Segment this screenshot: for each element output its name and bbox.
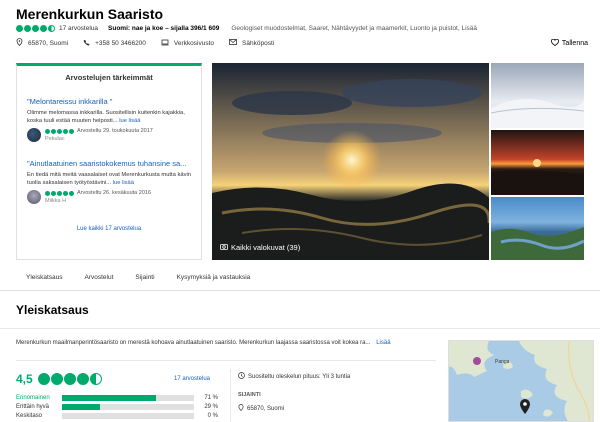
breakdown-label: Erittäin hyvä [16,403,50,410]
section-tabs: Yleiskatsaus Arvostelut Sijainti Kysymyk… [26,274,272,281]
phone-number[interactable]: +358 50 3466200 [95,40,146,47]
read-all-reviews-link[interactable]: Lue kaikki 17 arvostelua [17,226,201,232]
review-author-2[interactable]: Miikka H [45,198,151,204]
read-more-link-2[interactable]: lue lisää [113,180,134,186]
highlights-title: Arvostelujen tärkeimmät [65,73,153,82]
page-title: Merenkurkun Saaristo [16,6,164,22]
thumbnail-photo-3[interactable] [491,197,585,260]
rank-text: Suomi: nae ja koe – sijalla 396/1 609 [108,25,220,32]
breakdown-percent: 29 % [204,403,218,410]
save-button[interactable]: Tallenna [551,38,588,48]
breakdown-fill [62,403,101,410]
location-map[interactable]: Panga [448,340,594,422]
review-text-1: Olimme melomassa inkkarilla. Suositellis… [27,110,185,124]
camera-icon [220,243,228,252]
breakdown-label: Keskitaso [16,412,43,419]
review-bubbles-2 [45,190,74,196]
website-icon [161,39,169,48]
tab-location[interactable]: Sijainti [135,274,154,281]
description-more-link[interactable]: Lisää [376,340,390,346]
recommended-duration: Suositeltu oleskelun pituus: Yli 3 tunti… [248,373,351,380]
rating-value: 4,5 [16,372,33,386]
location-pin-icon [238,404,244,413]
divider [0,328,600,329]
review-text-2: En tiedä mitä meitä vaasalaiset ovat Mer… [27,172,191,186]
divider [230,369,231,422]
tab-overview[interactable]: Yleiskatsaus [26,274,63,281]
review-date-1: Arvosteltu 29. toukokuuta 2017 [77,128,153,134]
location-value: 65870, Suomi [247,405,285,412]
categories[interactable]: Geologiset muodostelmat, Saaret, Nähtävy… [231,25,477,32]
review-date-2: Arvosteltu 26. kesäkuuta 2016 [77,190,151,196]
heart-icon [551,38,559,48]
breakdown-bar [62,412,194,419]
overview-rating-bubbles [37,373,102,385]
phone-icon [83,39,90,48]
overall-rating: 4,5 [16,372,102,386]
review-author-1[interactable]: Pekulac [45,136,153,142]
overview-reviews-link[interactable]: 17 arvostelua [174,376,210,382]
tab-reviews[interactable]: Arvostelut [85,274,114,281]
location-label: SIJAINTI [238,392,261,398]
review-count-link[interactable]: 17 arvostelua [59,25,98,32]
email-link[interactable]: Sähköposti [242,40,274,47]
overview-heading: Yleiskatsaus [16,303,89,317]
review-title-2[interactable]: "Ainutlaatuinen saaristokokemus tuhansin… [27,159,193,168]
website-link[interactable]: Verkkosivusto [174,40,214,47]
highlight-review-1: "Melontareissu inkkarilla " Olimme melom… [27,97,193,142]
review-highlights-card: Arvostelujen tärkeimmät "Melontareissu i… [16,63,202,260]
thumbnail-photo-1[interactable] [490,63,585,128]
clock-icon [238,372,245,381]
main-photo[interactable]: Kaikki valokuvat (39) [212,63,489,260]
all-photos-button[interactable]: Kaikki valokuvat (39) [220,243,300,252]
review-title-1[interactable]: "Melontareissu inkkarilla " [27,97,193,106]
breakdown-bar [62,394,194,401]
breakdown-percent: 0 % [207,412,218,419]
avatar[interactable] [27,128,41,142]
location-pin-icon [16,38,23,48]
rating-bubbles [16,25,55,32]
breakdown-row[interactable]: Erinomainen 71 % [16,393,218,402]
rating-breakdown: Erinomainen 71 % Erittäin hyvä 29 % Kesk… [16,393,218,420]
thumbnail-photo-2[interactable] [491,130,584,195]
read-more-link-1[interactable]: lue lisää [119,118,140,124]
all-photos-label: Kaikki valokuvat (39) [231,243,301,252]
email-icon [229,39,237,47]
address: 65870, Suomi [28,39,69,47]
divider [0,290,600,291]
tab-questions[interactable]: Kysymyksiä ja vastauksia [177,274,251,281]
breakdown-bar [62,403,194,410]
breakdown-row[interactable]: Erittäin hyvä 29 % [16,402,218,411]
breakdown-fill [62,394,156,401]
save-label: Tallenna [561,40,588,47]
avatar[interactable] [27,190,41,204]
map-place-label: Panga [495,359,510,365]
breakdown-label: Erinomainen [16,394,50,401]
breakdown-percent: 71 % [204,394,218,401]
breakdown-row[interactable]: Keskitaso 0 % [16,411,218,420]
highlight-review-2: "Ainutlaatuinen saaristokokemus tuhansin… [27,159,193,204]
overview-description: Merenkurkun maailmanperintösaaristo on m… [16,340,371,346]
review-bubbles-1 [45,128,74,134]
divider [16,360,436,361]
